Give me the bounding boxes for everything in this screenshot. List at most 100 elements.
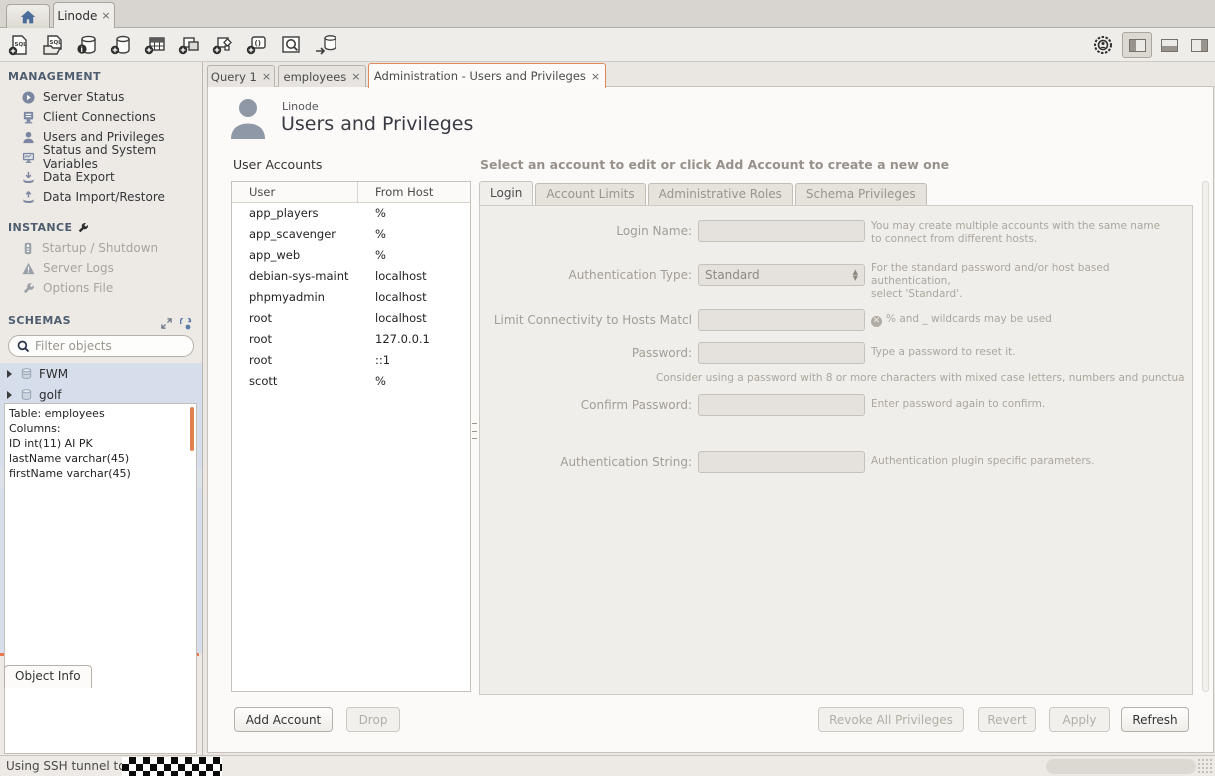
- connection-name: Linode: [282, 100, 319, 113]
- close-icon[interactable]: ×: [591, 70, 600, 83]
- column-from-host[interactable]: From Host: [358, 182, 433, 202]
- sidebar-item-status-system-variables[interactable]: Status and System Variables: [0, 147, 202, 167]
- sidebar-item-options-file[interactable]: Options File: [0, 278, 202, 298]
- login-name-input[interactable]: [698, 220, 865, 242]
- table-row[interactable]: root127.0.0.1: [232, 329, 470, 350]
- add-account-button[interactable]: Add Account: [234, 707, 333, 732]
- tab-object-info[interactable]: Object Info: [4, 665, 92, 688]
- tab-query-1[interactable]: Query 1×: [207, 65, 275, 87]
- create-table-icon[interactable]: [142, 33, 168, 57]
- column-user[interactable]: User: [232, 182, 358, 202]
- toggle-right-sidebar-button[interactable]: [1184, 32, 1214, 58]
- close-icon[interactable]: ×: [262, 70, 271, 83]
- limit-hosts-help: ✕% and _ wildcards may be used: [871, 313, 1052, 327]
- tab-administrative-roles[interactable]: Administrative Roles: [648, 183, 793, 205]
- startup-icon: [22, 242, 34, 255]
- table-row[interactable]: root::1: [232, 350, 470, 371]
- create-view-icon[interactable]: [176, 33, 202, 57]
- navigator-sidebar: MANAGEMENT Server Status Client Connecti…: [0, 62, 203, 755]
- auth-type-label: Authentication Type:: [480, 264, 692, 286]
- connect-database-icon[interactable]: [312, 33, 338, 57]
- tab-employees[interactable]: employees×: [278, 65, 366, 87]
- revoke-all-privileges-button[interactable]: Revoke All Privileges: [818, 707, 964, 732]
- svg-text:SQL: SQL: [50, 40, 63, 46]
- tab-login[interactable]: Login: [479, 181, 533, 205]
- user-accounts-table: User From Host app_players% app_scavenge…: [231, 181, 471, 692]
- limit-hosts-label: Limit Connectivity to Hosts Matcl: [480, 309, 692, 331]
- refresh-schemas-icon[interactable]: [180, 318, 192, 330]
- create-function-icon[interactable]: (): [244, 33, 270, 57]
- export-icon: [22, 171, 35, 184]
- table-row[interactable]: scott%: [232, 371, 470, 392]
- status-bar: Using SSH tunnel to: [0, 755, 1215, 776]
- auth-type-help: For the standard password and/or host ba…: [871, 262, 1192, 301]
- create-schema-icon[interactable]: i: [74, 33, 100, 57]
- tree-item-schema[interactable]: FWM: [0, 363, 202, 384]
- tab-administration-users-privileges[interactable]: Administration - Users and Privileges×: [368, 63, 606, 88]
- select-account-hint: Select an account to edit or click Add A…: [480, 157, 949, 172]
- limit-hosts-input[interactable]: [698, 309, 865, 331]
- apply-button[interactable]: Apply: [1049, 707, 1110, 732]
- object-info-panel: Table: employees Columns: ID int(11) AI …: [4, 403, 197, 754]
- instance-section-title: INSTANCE: [0, 207, 202, 238]
- schema-filter-input[interactable]: [35, 339, 175, 353]
- tab-account-limits[interactable]: Account Limits: [535, 183, 645, 205]
- table-row[interactable]: rootlocalhost: [232, 308, 470, 329]
- refresh-button[interactable]: Refresh: [1121, 707, 1189, 732]
- form-scrollbar[interactable]: [1202, 181, 1209, 692]
- password-strength-hint: Consider using a password with 8 or more…: [656, 372, 1188, 384]
- mysql-workbench-window: Linode × SQL SQL i (): [0, 0, 1215, 776]
- home-tab[interactable]: [6, 4, 50, 28]
- login-name-label: Login Name:: [480, 220, 692, 242]
- auth-string-label: Authentication String:: [480, 451, 692, 473]
- chevron-right-icon[interactable]: [7, 391, 12, 399]
- table-row[interactable]: app_scavenger%: [232, 224, 470, 245]
- auth-string-input[interactable]: [698, 451, 865, 473]
- close-icon[interactable]: ×: [351, 70, 360, 83]
- table-row[interactable]: phpmyadminlocalhost: [232, 287, 470, 308]
- create-procedure-icon[interactable]: [210, 33, 236, 57]
- chevron-right-icon[interactable]: [7, 370, 12, 378]
- wildcard-icon: ✕: [871, 316, 882, 327]
- account-detail-tabs: Login Account Limits Administrative Role…: [479, 181, 927, 205]
- drop-button[interactable]: Drop: [346, 707, 400, 732]
- sidebar-item-client-connections[interactable]: Client Connections: [0, 107, 202, 127]
- expand-icon[interactable]: [161, 318, 172, 329]
- table-inspector-icon[interactable]: [278, 33, 304, 57]
- table-row[interactable]: app_players%: [232, 203, 470, 224]
- resize-grip[interactable]: [1197, 758, 1213, 774]
- password-help: Type a password to reset it.: [871, 346, 1016, 359]
- auth-string-help: Authentication plugin specific parameter…: [871, 455, 1094, 468]
- sidebar-item-startup-shutdown[interactable]: Startup / Shutdown: [0, 238, 202, 258]
- schema-icon: [20, 388, 33, 401]
- sidebar-item-server-logs[interactable]: Server Logs: [0, 258, 202, 278]
- close-icon[interactable]: ×: [101, 9, 110, 22]
- object-info-scrollbar[interactable]: [190, 407, 194, 451]
- spinner-arrows-icon: ▲▼: [853, 270, 858, 281]
- new-sql-tab-icon[interactable]: SQL: [6, 33, 32, 57]
- admin-status-icon[interactable]: [1090, 33, 1116, 57]
- table-form-splitter[interactable]: [472, 423, 477, 439]
- auth-type-select[interactable]: Standard ▲▼: [698, 264, 865, 286]
- confirm-password-input[interactable]: [698, 394, 865, 416]
- warning-icon: [22, 262, 35, 275]
- table-header: User From Host: [232, 182, 470, 203]
- connection-tab[interactable]: Linode ×: [53, 2, 115, 28]
- open-sql-script-icon[interactable]: SQL: [40, 33, 66, 57]
- toggle-bottom-panel-button[interactable]: [1154, 32, 1184, 58]
- password-input[interactable]: [698, 342, 865, 364]
- svg-text:i: i: [81, 46, 83, 54]
- table-row[interactable]: app_web%: [232, 245, 470, 266]
- page-title: Users and Privileges: [281, 113, 473, 135]
- sidebar-item-data-import[interactable]: Data Import/Restore: [0, 187, 202, 207]
- password-label: Password:: [480, 342, 692, 364]
- table-row[interactable]: debian-sys-maintlocalhost: [232, 266, 470, 287]
- sidebar-item-server-status[interactable]: Server Status: [0, 87, 202, 107]
- tab-schema-privileges[interactable]: Schema Privileges: [795, 183, 927, 205]
- revert-button[interactable]: Revert: [978, 707, 1036, 732]
- toggle-left-sidebar-button[interactable]: [1122, 32, 1152, 58]
- create-database-icon[interactable]: [108, 33, 134, 57]
- schema-filter: [8, 335, 194, 357]
- svg-text:SQL: SQL: [15, 42, 28, 48]
- tree-item-schema[interactable]: golf: [0, 384, 202, 405]
